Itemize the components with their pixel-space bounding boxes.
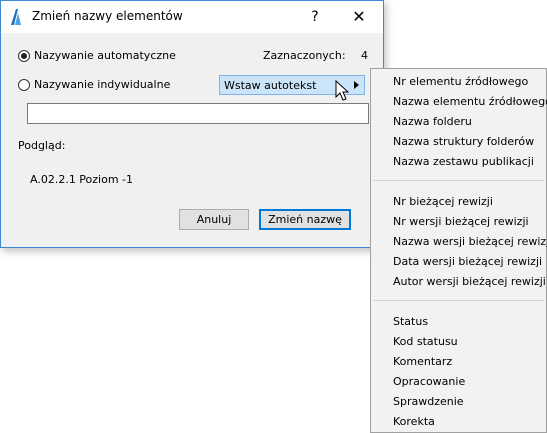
individual-naming-radio[interactable] [18, 79, 30, 91]
autotext-context-menu: Nr elementu źródłowego Nazwa elementu źr… [370, 68, 547, 433]
menu-item-folder-structure-name[interactable]: Nazwa struktury folderów [393, 135, 534, 148]
menu-item-drawn-by[interactable]: Opracowanie [393, 375, 465, 388]
menu-item-status-code[interactable]: Kod statusu [393, 335, 458, 348]
menu-item-checked-by[interactable]: Sprawdzenie [393, 395, 464, 408]
archicad-app-icon [11, 9, 21, 25]
menu-separator [373, 300, 544, 301]
preview-label: Podgląd: [18, 139, 66, 152]
close-button[interactable]: ✕ [343, 3, 375, 31]
preview-value: A.02.2.1 Poziom -1 [30, 173, 134, 186]
menu-item-current-revision-version-name[interactable]: Nazwa wersji bieżącej rewizji [393, 235, 547, 248]
menu-item-current-revision-version-id[interactable]: Nr wersji bieżącej rewizji [393, 215, 529, 228]
individual-naming-label[interactable]: Nazywanie indywidualne [34, 78, 170, 91]
menu-item-publisher-set-name[interactable]: Nazwa zestawu publikacji [393, 155, 534, 168]
help-button[interactable]: ? [299, 3, 331, 31]
menu-item-folder-name[interactable]: Nazwa folderu [393, 115, 472, 128]
menu-separator [373, 180, 544, 181]
menu-item-correction[interactable]: Korekta [393, 415, 435, 428]
selected-count-value: 4 [361, 49, 368, 62]
menu-item-current-revision-version-author[interactable]: Autor wersji bieżącej rewizji [393, 275, 546, 288]
auto-naming-label[interactable]: Nazywanie automatyczne [34, 49, 176, 62]
menu-item-comment[interactable]: Komentarz [393, 355, 452, 368]
menu-item-source-element-name[interactable]: Nazwa elementu źródłowego [393, 95, 547, 108]
menu-item-source-element-id[interactable]: Nr elementu źródłowego [393, 75, 528, 88]
menu-item-status[interactable]: Status [393, 315, 428, 328]
selected-count-label: Zaznaczonych: [263, 49, 346, 62]
cancel-button[interactable]: Anuluj [179, 209, 249, 230]
submenu-arrow-icon [354, 81, 359, 89]
mouse-pointer-icon [335, 80, 349, 101]
title-bar[interactable]: Zmień nazwy elementów ? ✕ [1, 1, 383, 33]
dialog-title: Zmień nazwy elementów [32, 9, 183, 23]
name-text-input[interactable] [27, 103, 369, 124]
insert-autotext-label: Wstaw autotekst [224, 79, 317, 92]
rename-elements-dialog: Zmień nazwy elementów ? ✕ Nazywanie auto… [0, 0, 384, 248]
menu-item-current-revision-version-date[interactable]: Data wersji bieżącej rewizji [393, 255, 542, 268]
menu-item-current-revision-id[interactable]: Nr bieżącej rewizji [393, 195, 493, 208]
auto-naming-radio[interactable] [18, 50, 30, 62]
rename-button[interactable]: Zmień nazwę [259, 209, 351, 230]
